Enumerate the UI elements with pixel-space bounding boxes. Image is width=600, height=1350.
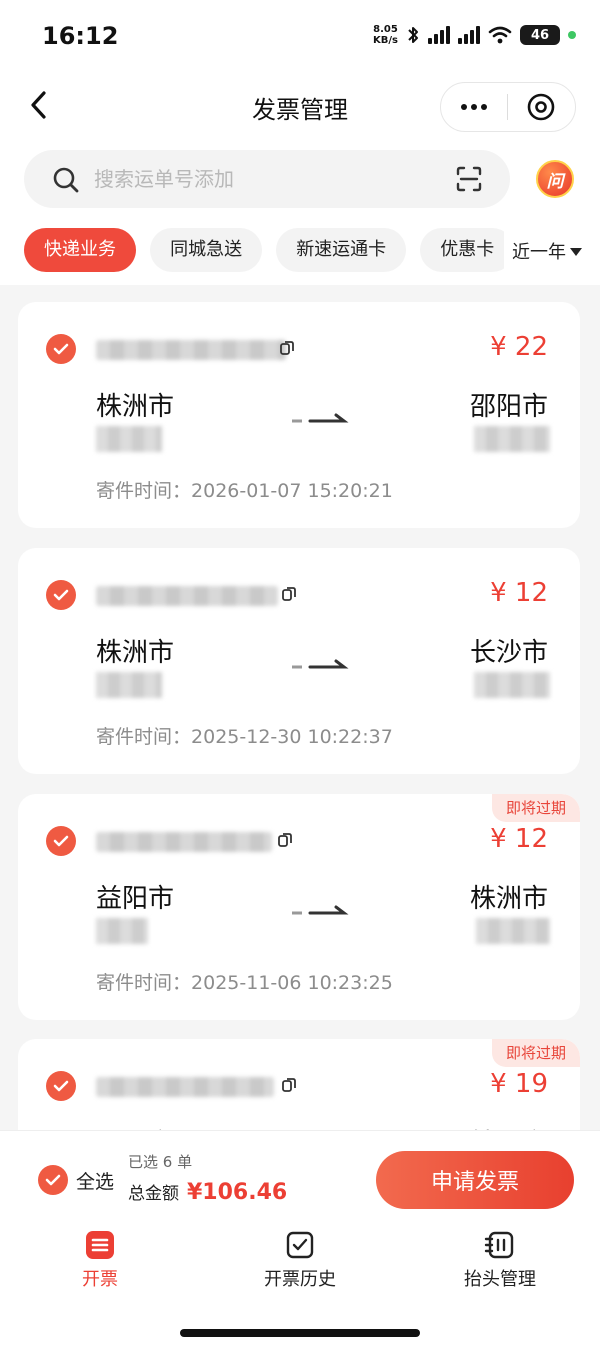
route-arrow-icon xyxy=(292,905,349,915)
send-time-value: 2025-12-30 10:22:37 xyxy=(191,726,393,748)
tab-invoice-label: 开票 xyxy=(82,1269,118,1290)
order-price: ¥ 12 xyxy=(490,824,548,854)
mini-program-capsule xyxy=(440,82,576,132)
history-icon xyxy=(286,1231,314,1259)
business-tabs: 快递业务 同城急送 新速运通卡 优惠卡 xyxy=(24,228,504,272)
tab-bar: 开票 开票历史 抬头管理 xyxy=(0,1229,600,1309)
order-card[interactable]: ¥ 22 株洲市 邵阳市 寄件时间：2026-01-07 15:20:21 xyxy=(18,302,580,528)
bluetooth-icon xyxy=(408,27,418,43)
order-price: ¥ 19 xyxy=(490,1069,548,1099)
route-arrow-icon xyxy=(292,659,349,669)
close-circle-icon xyxy=(527,93,555,121)
copy-icon[interactable] xyxy=(282,586,296,602)
sender-redacted xyxy=(96,918,148,944)
net-speed: 8.05 KB/s xyxy=(373,24,398,46)
total-row: 总金额 ¥106.46 xyxy=(128,1179,287,1205)
route-arrow-icon xyxy=(292,413,349,423)
checkbox-checked-icon[interactable] xyxy=(46,826,76,856)
search-input[interactable] xyxy=(94,159,434,199)
total-amount: ¥106.46 xyxy=(187,1180,288,1205)
total-label: 总金额 xyxy=(128,1184,179,1204)
expiring-badge: 即将过期 xyxy=(491,794,580,822)
invoice-icon xyxy=(86,1231,114,1259)
apply-invoice-button[interactable]: 申请发票 xyxy=(376,1151,574,1209)
send-time-label: 寄件时间： xyxy=(96,726,192,748)
wifi-icon xyxy=(488,26,512,44)
nav-bar: 发票管理 xyxy=(0,78,600,134)
net-speed-value: 8.05 xyxy=(373,24,398,35)
send-time-value: 2025-11-06 10:23:25 xyxy=(191,972,393,994)
origin-city: 益阳市 xyxy=(96,884,175,914)
close-miniapp-button[interactable] xyxy=(508,83,576,131)
send-time: 寄件时间：2025-12-30 10:22:37 xyxy=(96,722,393,749)
origin-city: 株洲市 xyxy=(96,638,175,668)
tab-header-manage[interactable]: 抬头管理 xyxy=(430,1229,570,1291)
select-all-checked-icon xyxy=(38,1165,68,1195)
select-all-toggle[interactable]: 全选 xyxy=(38,1165,114,1195)
status-icons: 8.05 KB/s 46 xyxy=(373,24,576,46)
period-filter-label: 近一年 xyxy=(512,242,566,263)
select-all-label: 全选 xyxy=(76,1170,115,1193)
copy-icon[interactable] xyxy=(278,832,292,848)
send-time: 寄件时间：2026-01-07 15:20:21 xyxy=(96,476,393,503)
order-price: ¥ 22 xyxy=(490,332,548,362)
caret-down-icon xyxy=(570,248,582,256)
sender-redacted xyxy=(96,672,162,698)
order-card[interactable]: ¥ 12 株洲市 长沙市 寄件时间：2025-12-30 10:22:37 xyxy=(18,548,580,774)
tab-history-label: 开票历史 xyxy=(264,1269,336,1290)
net-speed-unit: KB/s xyxy=(373,35,398,46)
waybill-number-redacted xyxy=(96,340,286,360)
ask-assistant-icon[interactable]: 问 xyxy=(536,160,574,198)
destination-city: 株洲市 xyxy=(469,884,548,914)
status-time: 16:12 xyxy=(42,22,119,50)
waybill-number-redacted xyxy=(96,1077,274,1097)
checkbox-checked-icon[interactable] xyxy=(46,334,76,364)
destination-city: 邵阳市 xyxy=(469,392,548,422)
destination-city: 长沙市 xyxy=(469,638,548,668)
receiver-redacted xyxy=(474,426,550,452)
header-manage-icon xyxy=(484,1231,514,1259)
status-bar: 16:12 8.05 KB/s 46 xyxy=(0,0,600,72)
signal-icon-1 xyxy=(428,26,450,44)
expiring-badge: 即将过期 xyxy=(491,1039,580,1067)
copy-icon[interactable] xyxy=(280,340,294,356)
tab-express[interactable]: 快递业务 xyxy=(24,228,136,272)
search-box xyxy=(24,150,510,208)
tab-header-manage-label: 抬头管理 xyxy=(464,1269,536,1290)
tab-invoice[interactable]: 开票 xyxy=(30,1229,170,1291)
send-time-value: 2026-01-07 15:20:21 xyxy=(191,480,393,502)
battery-icon: 46 xyxy=(520,25,560,45)
copy-icon[interactable] xyxy=(282,1077,296,1093)
order-price: ¥ 12 xyxy=(490,578,548,608)
tab-history[interactable]: 开票历史 xyxy=(230,1229,370,1291)
charging-dot-icon xyxy=(568,31,576,39)
send-time: 寄件时间：2025-11-06 10:23:25 xyxy=(96,968,393,995)
checkbox-checked-icon[interactable] xyxy=(46,1071,76,1101)
search-icon xyxy=(53,167,79,193)
back-arrow-icon[interactable] xyxy=(24,88,54,122)
send-time-label: 寄件时间： xyxy=(96,972,192,994)
more-icon[interactable] xyxy=(441,83,507,131)
order-card[interactable]: 即将过期 ¥ 12 益阳市 株洲市 寄件时间：2025-11-06 10:23:… xyxy=(18,794,580,1020)
scan-icon[interactable] xyxy=(456,166,482,192)
send-time-label: 寄件时间： xyxy=(96,480,192,502)
sender-redacted xyxy=(96,426,162,452)
period-filter[interactable]: 近一年 xyxy=(512,238,582,264)
home-indicator xyxy=(180,1329,420,1337)
bottom-bar: 全选 已选 6 单 总金额 ¥106.46 申请发票 开票 开票历史 抬头管理 xyxy=(0,1130,600,1350)
tab-same-city[interactable]: 同城急送 xyxy=(150,228,263,272)
receiver-redacted xyxy=(474,672,550,698)
checkbox-checked-icon[interactable] xyxy=(46,580,76,610)
waybill-number-redacted xyxy=(96,832,272,852)
signal-icon-2 xyxy=(458,26,480,44)
receiver-redacted xyxy=(476,918,550,944)
tab-discount[interactable]: 优惠卡 xyxy=(420,228,504,272)
tab-card[interactable]: 新速运通卡 xyxy=(276,228,407,272)
waybill-number-redacted xyxy=(96,586,278,606)
origin-city: 株洲市 xyxy=(96,392,175,422)
selected-count: 已选 6 单 xyxy=(128,1153,193,1171)
